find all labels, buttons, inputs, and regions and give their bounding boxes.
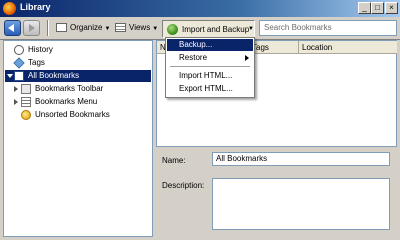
collapse-arrow-icon[interactable] [14, 99, 18, 105]
submenu-arrow-icon [245, 55, 249, 61]
tree-item-all-bookmarks[interactable]: All Bookmarks [5, 70, 151, 82]
toolbar-separator [47, 20, 49, 36]
menu-item-export-html[interactable]: Export HTML... [167, 83, 253, 95]
tag-icon [13, 57, 25, 69]
menu-item-backup[interactable]: Backup... [167, 39, 253, 51]
tree-item-label: Bookmarks Menu [35, 97, 98, 106]
views-label: Views [129, 23, 151, 32]
tree-item-label: Bookmarks Toolbar [35, 84, 104, 93]
tree-item-label: History [28, 45, 53, 54]
column-header-tags[interactable]: Tags [249, 41, 299, 54]
tree-item-label: Unsorted Bookmarks [35, 110, 110, 119]
import-backup-dropdown: Backup... Restore Import HTML... Export … [165, 37, 255, 98]
close-button[interactable]: × [385, 2, 398, 14]
tree-item-label: All Bookmarks [28, 71, 80, 80]
name-field[interactable]: All Bookmarks [212, 152, 390, 166]
organize-menu-button[interactable]: Organize ▼ [56, 23, 110, 35]
description-field[interactable] [212, 178, 390, 230]
back-button[interactable] [4, 20, 21, 36]
menu-item-import-html[interactable]: Import HTML... [167, 70, 253, 82]
history-icon [14, 45, 24, 55]
menu-item-restore[interactable]: Restore [167, 52, 253, 64]
title-bar: Library _ □ × [0, 0, 400, 17]
search-input[interactable]: Search Bookmarks [259, 20, 397, 36]
tree-item-label: Tags [28, 58, 45, 67]
import-backup-label: Import and Backup [182, 25, 250, 34]
views-icon [115, 23, 126, 33]
forward-button[interactable] [23, 20, 40, 36]
import-backup-menu-button[interactable]: Import and Backup ▼ [162, 20, 255, 38]
toolbar-folder-icon [21, 84, 31, 94]
details-pane: Name: All Bookmarks Description: [156, 148, 397, 237]
window-title: Library [20, 2, 51, 12]
minimize-button[interactable]: _ [358, 2, 371, 14]
menu-separator [170, 66, 250, 67]
column-header-location[interactable]: Location [299, 41, 397, 54]
import-backup-icon [167, 24, 178, 35]
organize-icon [56, 23, 67, 33]
places-tree: History Tags All Bookmarks Bookmarks Too… [3, 40, 153, 237]
collapse-arrow-icon[interactable] [14, 86, 18, 92]
maximize-button[interactable]: □ [371, 2, 384, 14]
firefox-icon [3, 2, 16, 15]
name-label: Name: [162, 156, 186, 165]
chevron-down-icon: ▼ [104, 26, 111, 32]
chevron-down-icon: ▼ [248, 26, 254, 32]
expand-arrow-icon[interactable] [7, 74, 13, 78]
star-icon [14, 71, 24, 81]
description-label: Description: [162, 181, 205, 190]
chevron-down-icon: ▼ [152, 26, 159, 32]
unsorted-folder-icon [21, 110, 31, 120]
views-menu-button[interactable]: Views ▼ [115, 23, 158, 35]
menu-folder-icon [21, 97, 31, 107]
organize-label: Organize [70, 23, 103, 32]
menu-item-label: Restore [179, 53, 208, 62]
